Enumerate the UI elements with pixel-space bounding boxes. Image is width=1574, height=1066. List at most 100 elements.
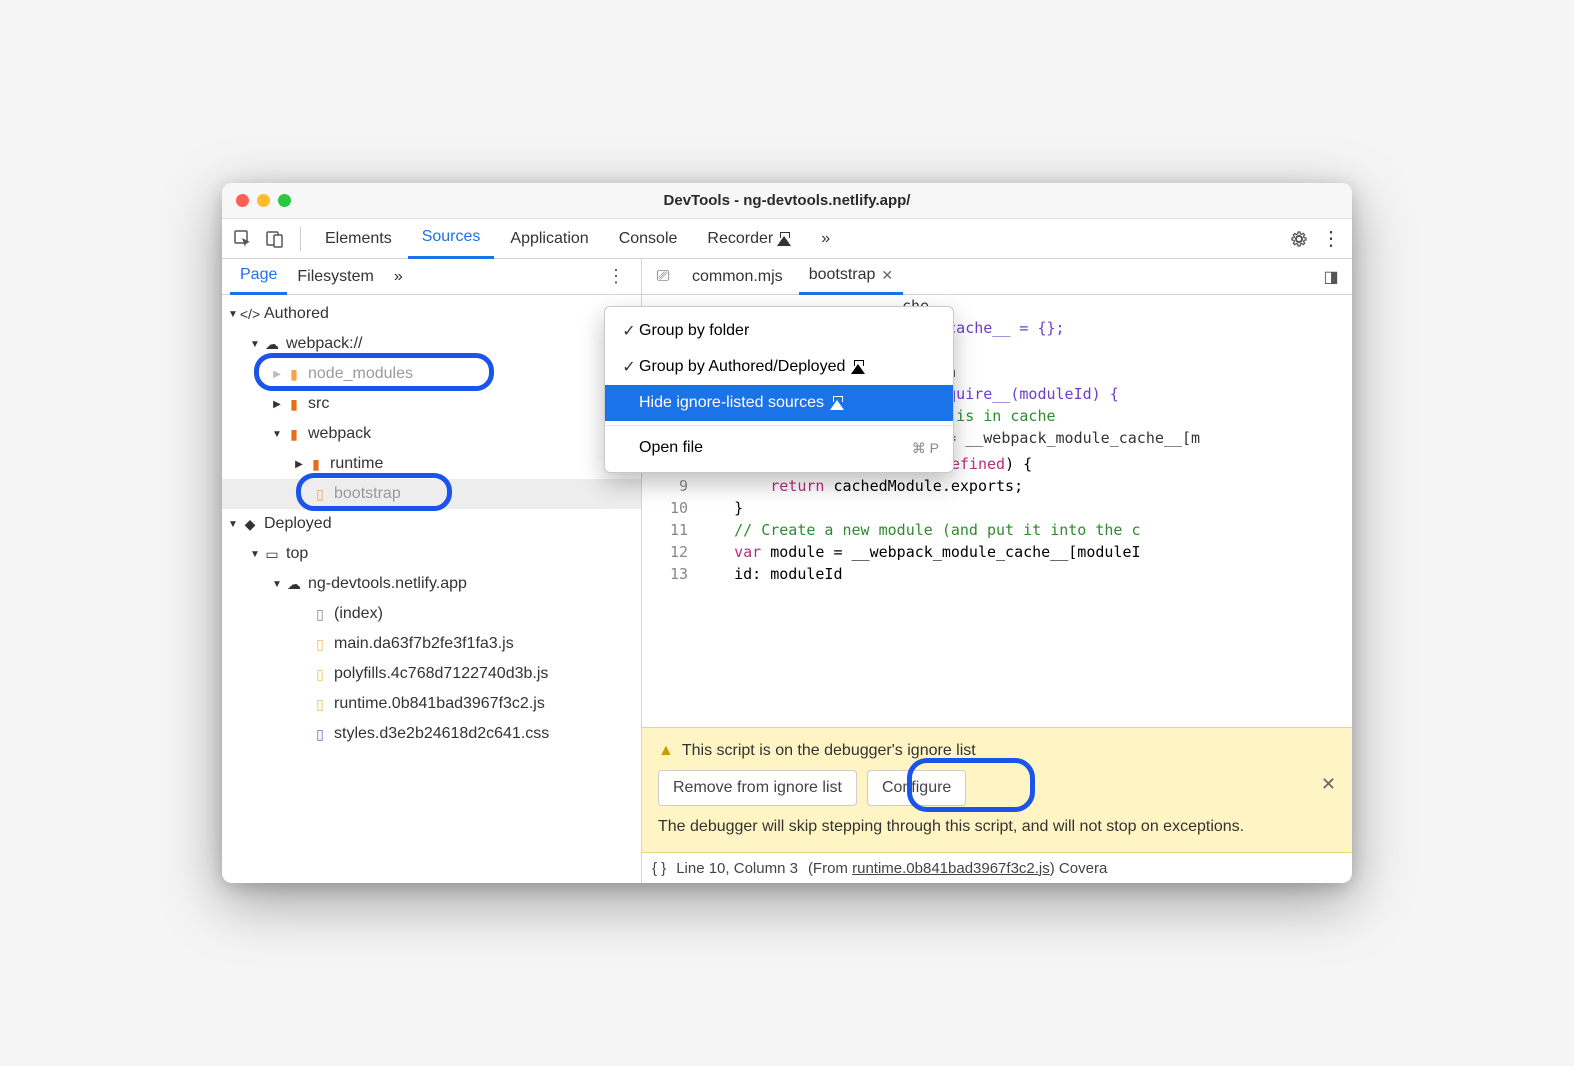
flask-icon xyxy=(851,360,865,374)
gutter: 8 9 10 11 12 13 xyxy=(642,449,698,727)
file-icon: ▯ xyxy=(310,486,330,503)
tree-src[interactable]: ▶▮src xyxy=(222,389,641,419)
sidebar-tabs: Page Filesystem » ⋮ xyxy=(222,259,641,295)
tab-recorder[interactable]: Recorder xyxy=(693,219,805,259)
window-icon: ▭ xyxy=(262,546,282,563)
editor-tab-common[interactable]: common.mjs xyxy=(682,259,793,295)
flask-icon xyxy=(830,396,844,410)
tab-console[interactable]: Console xyxy=(605,219,692,259)
tok: return xyxy=(770,477,824,495)
inspect-icon[interactable] xyxy=(228,224,258,254)
sidebar-tab-overflow[interactable]: » xyxy=(384,259,413,295)
folder-icon: ▮ xyxy=(284,366,304,383)
cloud-icon: ☁ xyxy=(262,336,282,353)
sidebar-tab-page[interactable]: Page xyxy=(230,259,287,295)
folder-icon: ▮ xyxy=(284,426,304,443)
tree-file-polyfills[interactable]: ▯polyfills.4c768d7122740d3b.js xyxy=(222,659,641,689)
tree-webpack-folder[interactable]: ▼▮webpack xyxy=(222,419,641,449)
close-icon[interactable]: ✕ xyxy=(881,267,893,284)
devtools-window: DevTools - ng-devtools.netlify.app/ Elem… xyxy=(222,183,1352,883)
tree-bootstrap[interactable]: ▯bootstrap xyxy=(222,479,641,509)
zoom-dot[interactable] xyxy=(278,194,291,207)
sidebar-more-icon[interactable]: ⋮ xyxy=(599,262,633,291)
tree-deployed[interactable]: ▼◆Deployed xyxy=(222,509,641,539)
tab-sources[interactable]: Sources xyxy=(408,219,495,259)
context-menu: ✓Group by folder ✓Group by Authored/Depl… xyxy=(604,306,954,473)
tree-node-modules[interactable]: ▶▮node_modules xyxy=(222,359,641,389)
sidebar-tab-filesystem[interactable]: Filesystem xyxy=(287,259,383,295)
tree-file-runtime[interactable]: ▯runtime.0b841bad3967f3c2.js xyxy=(222,689,641,719)
flask-icon xyxy=(777,232,791,246)
code-lines: if (cachedModule !== undefined) { return… xyxy=(698,449,1352,727)
file-icon: ▯ xyxy=(310,696,330,713)
tok: var xyxy=(734,543,761,561)
menu-group-authored[interactable]: ✓Group by Authored/Deployed xyxy=(605,349,953,385)
line-no: 9 xyxy=(642,475,698,497)
tree-runtime[interactable]: ▶▮runtime xyxy=(222,449,641,479)
cursor-position: Line 10, Column 3 xyxy=(676,860,798,877)
editor-tab-bootstrap[interactable]: bootstrap ✕ xyxy=(799,259,903,295)
editor-tabs: ⎚ common.mjs bootstrap ✕ ◨ xyxy=(642,259,1352,295)
ignore-list-infobar: ▲ This script is on the debugger's ignor… xyxy=(642,727,1352,853)
minimize-dot[interactable] xyxy=(257,194,270,207)
tree-file-styles[interactable]: ▯styles.d3e2b24618d2c641.css xyxy=(222,719,641,749)
status-from-link[interactable]: runtime.0b841bad3967f3c2.js xyxy=(852,860,1050,877)
tok: id: moduleId xyxy=(698,565,843,583)
line-no: 10 xyxy=(642,497,698,519)
tree-webpack[interactable]: ▼☁webpack:// xyxy=(222,329,641,359)
device-toggle-icon[interactable] xyxy=(260,224,290,254)
menu-label: Open file xyxy=(639,439,703,457)
cloud-icon: ☁ xyxy=(284,576,304,593)
tree-file-index[interactable]: ▯(index) xyxy=(222,599,641,629)
warning-icon: ▲ xyxy=(658,742,674,760)
tree-label: runtime.0b841bad3967f3c2.js xyxy=(334,695,545,713)
tree-top[interactable]: ▼▭top xyxy=(222,539,641,569)
pretty-print-icon[interactable]: { } xyxy=(652,860,666,877)
tree-domain[interactable]: ▼☁ng-devtools.netlify.app xyxy=(222,569,641,599)
window-title: DevTools - ng-devtools.netlify.app/ xyxy=(222,192,1352,209)
tab-elements[interactable]: Elements xyxy=(311,219,406,259)
menu-label: Group by folder xyxy=(639,322,749,340)
remove-ignore-button[interactable]: Remove from ignore list xyxy=(658,770,857,806)
gear-icon[interactable] xyxy=(1284,224,1314,254)
sidebar: Page Filesystem » ⋮ ▼</>Authored ▼☁webpa… xyxy=(222,259,642,883)
tree-label: webpack:// xyxy=(286,335,362,353)
menu-hide-ignored[interactable]: Hide ignore-listed sources xyxy=(605,385,953,421)
file-icon: ▯ xyxy=(310,606,330,623)
configure-button[interactable]: Configure xyxy=(867,770,966,806)
toggle-navigator-icon[interactable]: ⎚ xyxy=(650,264,676,290)
toggle-debugger-icon[interactable]: ◨ xyxy=(1318,264,1344,290)
tree-file-main[interactable]: ▯main.da63f7b2fe3f1fa3.js xyxy=(222,629,641,659)
main-toolbar: Elements Sources Application Console Rec… xyxy=(222,219,1352,259)
titlebar: DevTools - ng-devtools.netlify.app/ xyxy=(222,183,1352,219)
tree-label: webpack xyxy=(308,425,371,443)
tree-label: runtime xyxy=(330,455,383,473)
cube-icon: ◆ xyxy=(240,516,260,533)
tree-label: main.da63f7b2fe3f1fa3.js xyxy=(334,635,514,653)
infobar-title: This script is on the debugger's ignore … xyxy=(682,742,976,760)
kebab-menu-icon[interactable]: ⋮ xyxy=(1316,224,1346,254)
line-no: 13 xyxy=(642,563,698,585)
tree-label: styles.d3e2b24618d2c641.css xyxy=(334,725,549,743)
tree-label: node_modules xyxy=(308,365,413,383)
tree-authored[interactable]: ▼</>Authored xyxy=(222,299,641,329)
tok: ) { xyxy=(1005,455,1032,473)
tab-overflow[interactable]: » xyxy=(807,219,844,259)
menu-group-folder[interactable]: ✓Group by folder xyxy=(605,313,953,349)
tab-application[interactable]: Application xyxy=(496,219,602,259)
tok: module = __webpack_module_cache__[module… xyxy=(761,543,1140,561)
editor-tab-label: bootstrap xyxy=(809,266,876,284)
menu-open-file[interactable]: Open file ⌘ P xyxy=(605,430,953,466)
line-no: 12 xyxy=(642,541,698,563)
tree-label: top xyxy=(286,545,308,563)
tok: // Create a new module (and put it into … xyxy=(734,521,1140,539)
close-dot[interactable] xyxy=(236,194,249,207)
tok: } xyxy=(734,499,743,517)
infobar-close-icon[interactable]: ✕ xyxy=(1321,774,1336,795)
folder-icon: ▮ xyxy=(306,456,326,473)
menu-shortcut: ⌘ P xyxy=(912,440,939,457)
tok: cachedModule.exports; xyxy=(824,477,1023,495)
code-icon: </> xyxy=(240,306,260,322)
line-no: 11 xyxy=(642,519,698,541)
infobar-body: The debugger will skip stepping through … xyxy=(658,818,1336,836)
